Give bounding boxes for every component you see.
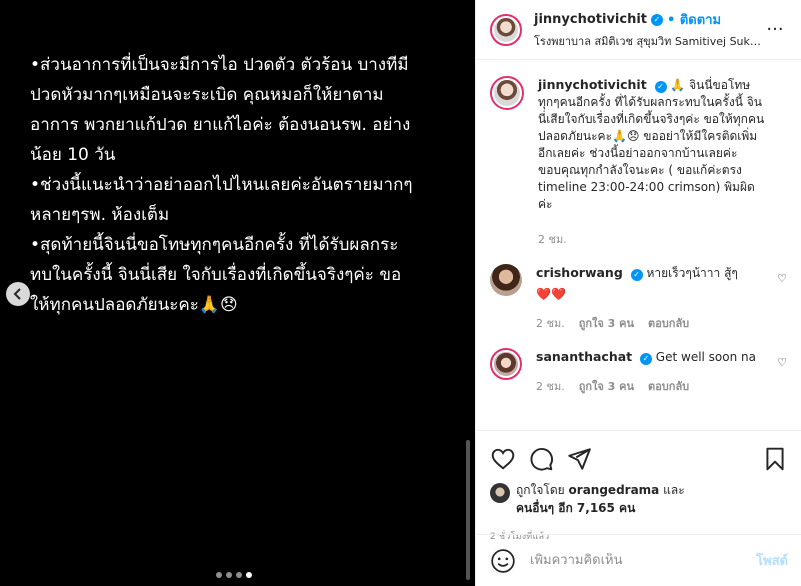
slide-dot-active bbox=[246, 572, 252, 578]
likes-and: และ bbox=[663, 483, 685, 497]
slide-dot bbox=[236, 572, 242, 578]
avatar[interactable] bbox=[490, 348, 522, 380]
comment-time[interactable]: 2 ชม. bbox=[536, 315, 565, 332]
verified-badge-icon: ✓ bbox=[651, 13, 664, 26]
avatar[interactable] bbox=[490, 483, 510, 503]
verified-badge-icon: ✓ bbox=[639, 352, 652, 365]
caption: jinnychotivichit ✓ 🙏 จินนี่ขอโทษทุกๆคนอี… bbox=[490, 76, 787, 248]
comment-username[interactable]: crishorwang bbox=[536, 265, 623, 280]
post-image-text: •ส่วนอาการที่เป็นจะมีการไอ ปวดตัว ตัวร้อ… bbox=[30, 55, 413, 315]
comment-icon[interactable] bbox=[528, 446, 554, 472]
share-icon[interactable] bbox=[566, 446, 592, 472]
caption-text: 🙏 จินนี่ขอโทษทุกๆคนอีกครั้ง ที่ได้รับผลก… bbox=[538, 78, 765, 211]
scrollbar[interactable] bbox=[466, 440, 470, 580]
previous-slide-button[interactable] bbox=[6, 282, 30, 306]
comment-input[interactable] bbox=[530, 553, 757, 568]
comment-item: crishorwang ✓ หายเร็วๆน้าาา สู้ๆ ❤️❤️ 2 … bbox=[490, 264, 787, 332]
post-comment-button[interactable]: โพสต์ bbox=[756, 550, 788, 571]
post-actions: ถูกใจโดย orangedrama และ คนอื่นๆ อีก 7,1… bbox=[476, 430, 801, 543]
header-username[interactable]: jinnychotivichit bbox=[534, 12, 647, 27]
like-comment-heart-icon[interactable]: ♡ bbox=[777, 356, 787, 369]
post-side-panel: jinnychotivichit ✓ • ติดตาม โรงพยาบาล สม… bbox=[475, 0, 801, 586]
verified-badge-icon: ✓ bbox=[630, 268, 643, 281]
slide-dot bbox=[216, 572, 222, 578]
follow-button[interactable]: • ติดตาม bbox=[667, 9, 721, 30]
slide-indicator bbox=[216, 572, 252, 578]
likes-count[interactable]: คนอื่นๆ อีก 7,165 คน bbox=[516, 501, 635, 515]
comment-text: หายเร็วๆน้าาา สู้ๆ bbox=[646, 266, 738, 280]
post-image: •ส่วนอาการที่เป็นจะมีการไอ ปวดตัว ตัวร้อ… bbox=[0, 0, 475, 586]
verified-badge-icon: ✓ bbox=[654, 80, 667, 93]
liked-by-user[interactable]: orangedrama bbox=[569, 483, 660, 497]
post-header: jinnychotivichit ✓ • ติดตาม โรงพยาบาล สม… bbox=[476, 0, 801, 60]
caption-time[interactable]: 2 ชม. bbox=[538, 231, 567, 248]
avatar[interactable] bbox=[490, 264, 522, 296]
add-comment-bar: โพสต์ bbox=[476, 534, 801, 586]
comment-time[interactable]: 2 ชม. bbox=[536, 378, 565, 395]
comment-likes[interactable]: ถูกใจ 3 คน bbox=[579, 378, 634, 395]
avatar[interactable] bbox=[490, 13, 522, 46]
liked-by-label: ถูกใจโดย bbox=[516, 483, 565, 497]
likes-summary: ถูกใจโดย orangedrama และ คนอื่นๆ อีก 7,1… bbox=[490, 481, 788, 517]
comment-text: Get well soon na bbox=[655, 350, 756, 364]
comment-emoji: ❤️❤️ bbox=[536, 287, 566, 301]
comment-item: sananthachat ✓ Get well soon na 2 ชม. ถู… bbox=[490, 348, 787, 395]
location-link[interactable]: โรงพยาบาล สมิติเวช สุขุมวิท Samitivej Su… bbox=[534, 32, 763, 50]
slide-dot bbox=[226, 572, 232, 578]
chevron-left-icon bbox=[13, 288, 21, 300]
caption-username[interactable]: jinnychotivichit bbox=[538, 77, 647, 92]
avatar[interactable] bbox=[490, 76, 524, 110]
more-options-icon[interactable]: ··· bbox=[763, 20, 787, 38]
comments-list: jinnychotivichit ✓ 🙏 จินนี่ขอโทษทุกๆคนอี… bbox=[476, 60, 801, 428]
like-comment-heart-icon[interactable]: ♡ bbox=[777, 272, 787, 285]
reply-button[interactable]: ตอบกลับ bbox=[648, 315, 689, 332]
reply-button[interactable]: ตอบกลับ bbox=[648, 378, 689, 395]
comment-likes[interactable]: ถูกใจ 3 คน bbox=[579, 315, 634, 332]
emoji-icon[interactable] bbox=[490, 548, 516, 574]
heart-icon[interactable] bbox=[490, 446, 516, 472]
comment-username[interactable]: sananthachat bbox=[536, 349, 632, 364]
save-bookmark-icon[interactable] bbox=[762, 446, 788, 472]
